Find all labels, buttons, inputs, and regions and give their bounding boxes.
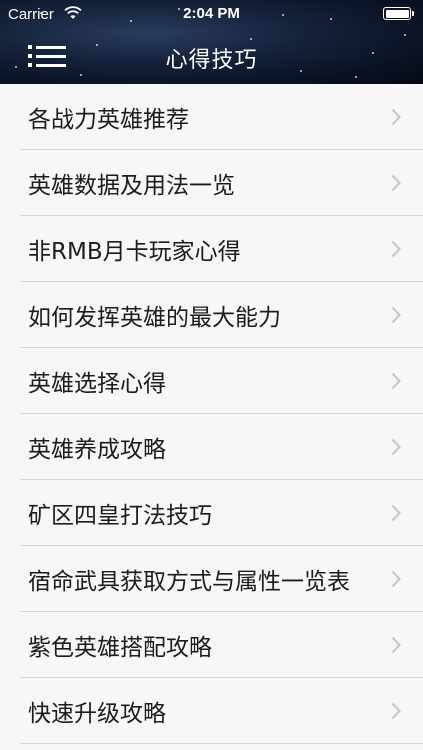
list-item[interactable]: 快速升级攻略 xyxy=(0,678,423,744)
page-title: 心得技巧 xyxy=(165,48,258,73)
navigation-bar: 心得技巧 xyxy=(0,30,423,84)
list-item[interactable]: 如何发挥英雄的最大能力 xyxy=(0,282,423,348)
tips-list: 各战力英雄推荐 英雄数据及用法一览 非RMB月卡玩家心得 如何发挥英雄的最大能力… xyxy=(0,84,423,750)
list-item-label: 非RMB月卡玩家心得 xyxy=(28,239,241,265)
chevron-right-icon xyxy=(391,702,401,720)
chevron-right-icon xyxy=(391,306,401,324)
list-item[interactable]: 英雄养成攻略 xyxy=(0,414,423,480)
list-item-label: 各战力英雄推荐 xyxy=(28,107,189,133)
chevron-right-icon xyxy=(391,372,401,390)
list-item[interactable]: 紫色英雄搭配攻略 xyxy=(0,612,423,678)
chevron-right-icon xyxy=(391,570,401,588)
list-item-label: 紫色英雄搭配攻略 xyxy=(28,635,212,661)
header-background: Carrier 2:04 PM 心得技巧 xyxy=(0,0,423,84)
chevron-right-icon xyxy=(391,636,401,654)
battery-icon xyxy=(383,7,414,20)
list-item[interactable]: 英雄数据及用法一览 xyxy=(0,150,423,216)
list-item[interactable]: 非RMB月卡玩家心得 xyxy=(0,216,423,282)
list-item-label: 矿区四皇打法技巧 xyxy=(28,503,212,529)
chevron-right-icon xyxy=(391,108,401,126)
chevron-right-icon xyxy=(391,438,401,456)
chevron-right-icon xyxy=(391,240,401,258)
list-item-label: 快速升级攻略 xyxy=(28,701,166,727)
chevron-right-icon xyxy=(391,174,401,192)
list-item-label: 英雄数据及用法一览 xyxy=(28,173,235,199)
status-time: 2:04 PM xyxy=(183,5,240,22)
list-item[interactable]: 英雄选择心得 xyxy=(0,348,423,414)
list-item[interactable]: 宿命武具获取方式与属性一览表 xyxy=(0,546,423,612)
list-item[interactable]: 矿区四皇打法技巧 xyxy=(0,480,423,546)
chevron-right-icon xyxy=(391,504,401,522)
status-bar: Carrier 2:04 PM xyxy=(0,0,423,30)
list-item[interactable]: 各战力英雄推荐 xyxy=(0,84,423,150)
list-item-label: 宿命武具获取方式与属性一览表 xyxy=(28,569,350,595)
list-item-label: 英雄选择心得 xyxy=(28,371,166,397)
list-item-label: 英雄养成攻略 xyxy=(28,437,166,463)
list-item-label: 如何发挥英雄的最大能力 xyxy=(28,305,281,331)
